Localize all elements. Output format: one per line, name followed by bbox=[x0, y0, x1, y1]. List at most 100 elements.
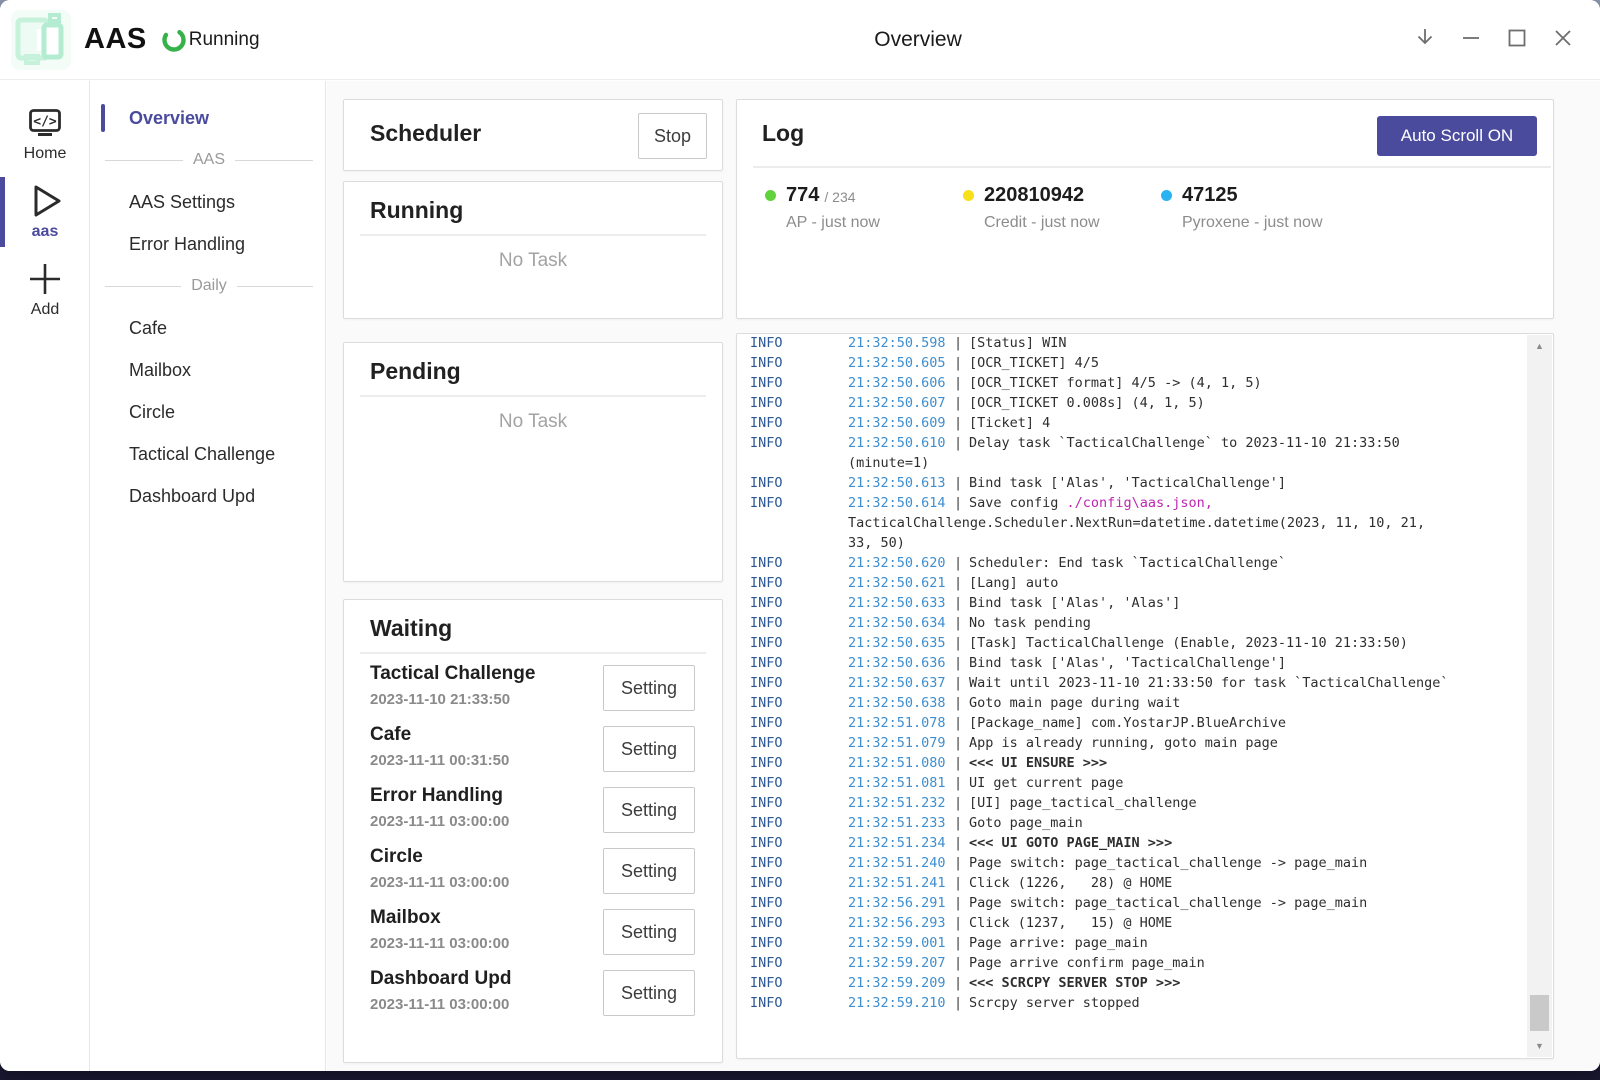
rail-item-home[interactable]: </>Home bbox=[0, 95, 90, 173]
rail-item-add[interactable]: Add bbox=[0, 251, 90, 329]
log-message: Bind task ['Alas', 'Alas'] bbox=[969, 593, 1180, 613]
log-timestamp: 21:32:59.209 bbox=[848, 973, 954, 993]
log-text: [Status] WIN bbox=[969, 335, 1067, 351]
log-level: INFO bbox=[750, 573, 848, 593]
log-level: INFO bbox=[750, 633, 848, 653]
running-spinner-icon bbox=[161, 27, 187, 53]
log-text: Save config bbox=[969, 495, 1067, 511]
log-message: [Ticket] 4 bbox=[969, 413, 1050, 433]
stat-pyroxene: 47125Pyroxene - just now bbox=[1161, 184, 1359, 232]
setting-button-tactical-challenge[interactable]: Setting bbox=[603, 665, 695, 711]
log-separator: | bbox=[954, 933, 969, 953]
log-message: Click (1226, 28) @ HOME bbox=[969, 873, 1172, 893]
sidebar-item-circle[interactable]: Circle bbox=[91, 391, 325, 433]
rail-item-label: Home bbox=[24, 145, 67, 163]
stat-dot-icon bbox=[1161, 190, 1172, 201]
log-separator: | bbox=[954, 473, 969, 493]
log-message: TacticalChallenge.Scheduler.NextRun=date… bbox=[848, 513, 1425, 533]
sidebar-item-overview[interactable]: Overview bbox=[91, 97, 325, 139]
log-timestamp: 21:32:50.610 bbox=[848, 433, 954, 453]
app-logo-icon bbox=[10, 9, 72, 71]
divider-line bbox=[237, 286, 313, 287]
log-level: INFO bbox=[750, 893, 848, 913]
log-row: INFO21:32:50.609|[Ticket] 4 bbox=[750, 413, 1513, 433]
log-timestamp: 21:32:56.291 bbox=[848, 893, 954, 913]
log-level: INFO bbox=[750, 613, 848, 633]
maximize-button[interactable] bbox=[1494, 17, 1540, 63]
log-separator: | bbox=[954, 853, 969, 873]
log-row: INFO21:32:50.638|Goto main page during w… bbox=[750, 693, 1513, 713]
log-timestamp: 21:32:51.232 bbox=[848, 793, 954, 813]
running-card: Running No Task bbox=[343, 181, 723, 319]
waiting-task-time: 2023-11-11 03:00:00 bbox=[370, 935, 509, 952]
log-row: INFO21:32:59.209|<<< SCRCPY SERVER STOP … bbox=[750, 973, 1513, 993]
log-row: INFO21:32:51.232|[UI] page_tactical_chal… bbox=[750, 793, 1513, 813]
setting-button-dashboard-upd[interactable]: Setting bbox=[603, 970, 695, 1016]
log-timestamp: 21:32:50.605 bbox=[848, 353, 954, 373]
divider-line bbox=[105, 160, 183, 161]
log-text: Page switch: page_tactical_challenge -> … bbox=[969, 855, 1367, 871]
log-separator: | bbox=[954, 593, 969, 613]
log-row: INFO21:32:50.635|[Task] TacticalChalleng… bbox=[750, 633, 1513, 653]
log-timestamp: 21:32:50.607 bbox=[848, 393, 954, 413]
log-timestamp: 21:32:51.079 bbox=[848, 733, 954, 753]
download-button[interactable] bbox=[1402, 17, 1448, 63]
close-button[interactable] bbox=[1540, 17, 1586, 63]
scroll-up-icon[interactable]: ▲ bbox=[1527, 335, 1552, 357]
log-text: No task pending bbox=[969, 615, 1091, 631]
log-timestamp: 21:32:51.241 bbox=[848, 873, 954, 893]
setting-button-error-handling[interactable]: Setting bbox=[603, 787, 695, 833]
sidebar-item-cafe[interactable]: Cafe bbox=[91, 307, 325, 349]
log-level: INFO bbox=[750, 713, 848, 733]
sidebar-item-dashboard-upd[interactable]: Dashboard Upd bbox=[91, 475, 325, 517]
stat-value: 220810942 bbox=[984, 184, 1084, 207]
log-text: Scrcpy server stopped bbox=[969, 995, 1140, 1011]
log-scrollbar[interactable]: ▲ ▼ bbox=[1527, 335, 1552, 1057]
log-message: Page arrive confirm page_main bbox=[969, 953, 1205, 973]
log-separator: | bbox=[954, 553, 969, 573]
sidebar-item-aas-settings[interactable]: AAS Settings bbox=[91, 181, 325, 223]
log-row: INFO21:32:51.234|<<< UI GOTO PAGE_MAIN >… bbox=[750, 833, 1513, 853]
stat-credit: 220810942Credit - just now bbox=[963, 184, 1161, 232]
log-separator: | bbox=[954, 893, 969, 913]
log-message: UI get current page bbox=[969, 773, 1123, 793]
scroll-down-icon[interactable]: ▼ bbox=[1527, 1035, 1552, 1057]
rail-item-aas[interactable]: aas bbox=[0, 173, 90, 251]
log-level: INFO bbox=[750, 493, 848, 513]
sidebar-item-mailbox[interactable]: Mailbox bbox=[91, 349, 325, 391]
log-bold: <<< SCRCPY SERVER STOP >>> bbox=[969, 975, 1180, 991]
scrollbar-thumb[interactable] bbox=[1530, 995, 1549, 1031]
log-timestamp: 21:32:50.620 bbox=[848, 553, 954, 573]
log-text: TacticalChallenge.Scheduler.NextRun=date… bbox=[848, 515, 1425, 531]
log-timestamp: 21:32:59.210 bbox=[848, 993, 954, 1013]
stat-dot-icon bbox=[963, 190, 974, 201]
log-row: INFO21:32:50.610|Delay task `TacticalCha… bbox=[750, 433, 1513, 453]
stat-top: 47125 bbox=[1161, 184, 1359, 207]
sidebar-item-tactical-challenge[interactable]: Tactical Challenge bbox=[91, 433, 325, 475]
log-text: Click (1237, 15) @ HOME bbox=[969, 915, 1172, 931]
sidebar-section-label: AAS bbox=[183, 151, 235, 169]
minimize-button[interactable] bbox=[1448, 17, 1494, 63]
running-title: Running bbox=[344, 182, 722, 234]
stop-button[interactable]: Stop bbox=[638, 113, 707, 159]
setting-button-cafe[interactable]: Setting bbox=[603, 726, 695, 772]
setting-button-circle[interactable]: Setting bbox=[603, 848, 695, 894]
log-separator: | bbox=[954, 373, 969, 393]
setting-button-mailbox[interactable]: Setting bbox=[603, 909, 695, 955]
log-message: Bind task ['Alas', 'TacticalChallenge'] bbox=[969, 473, 1286, 493]
waiting-task-time: 2023-11-11 00:31:50 bbox=[370, 752, 509, 769]
log-level: INFO bbox=[750, 653, 848, 673]
log-level: INFO bbox=[750, 793, 848, 813]
auto-scroll-button[interactable]: Auto Scroll ON bbox=[1377, 116, 1537, 156]
log-separator: | bbox=[954, 793, 969, 813]
titlebar: AAS Running Overview bbox=[0, 0, 1600, 80]
log-message: [Lang] auto bbox=[969, 573, 1058, 593]
log-row: INFO21:32:59.207|Page arrive confirm pag… bbox=[750, 953, 1513, 973]
sidebar-item-error-handling[interactable]: Error Handling bbox=[91, 223, 325, 265]
log-text: [OCR_TICKET format] 4/5 -> (4, 1, 5) bbox=[969, 375, 1262, 391]
scheduler-title: Scheduler bbox=[370, 120, 481, 147]
log-message: Delay task `TacticalChallenge` to 2023-1… bbox=[969, 433, 1400, 453]
log-message: [OCR_TICKET format] 4/5 -> (4, 1, 5) bbox=[969, 373, 1262, 393]
log-timestamp: 21:32:50.633 bbox=[848, 593, 954, 613]
log-text: Click (1226, 28) @ HOME bbox=[969, 875, 1172, 891]
